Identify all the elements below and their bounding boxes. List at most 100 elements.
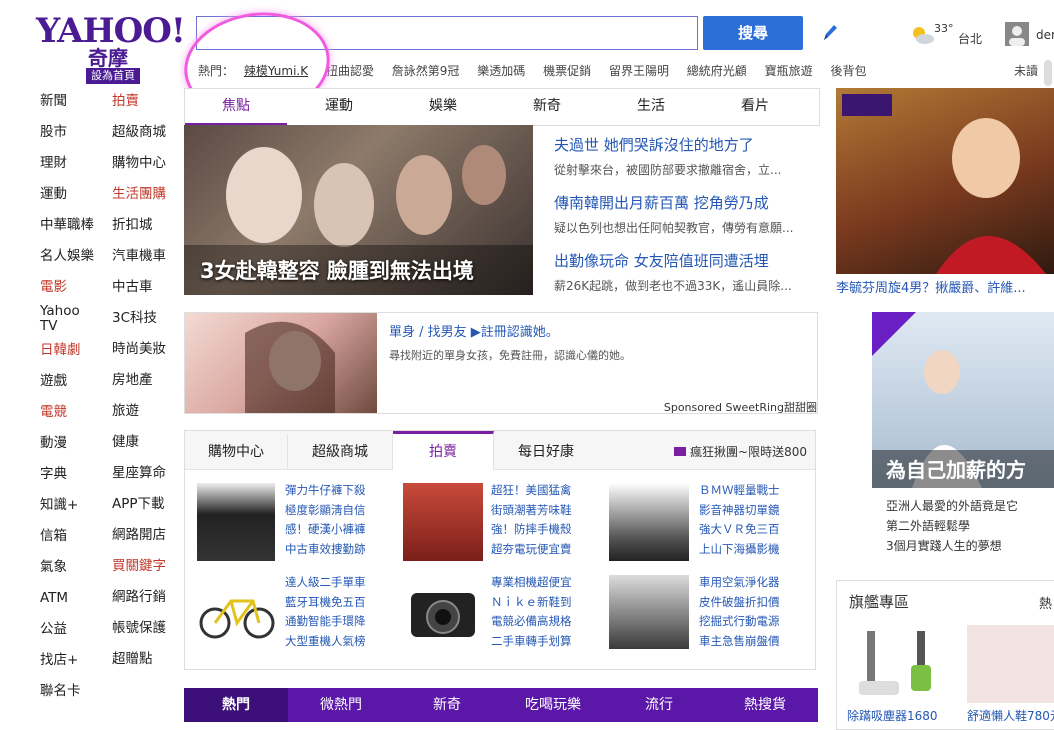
product-thumbnail[interactable]: [609, 483, 689, 561]
tab-novelty[interactable]: 新奇: [495, 89, 599, 123]
nav-item[interactable]: 股市: [40, 117, 106, 148]
ad-title[interactable]: 單身 / 找男友 ▶註冊認識她。: [389, 321, 559, 340]
nav-item[interactable]: 購物中心: [112, 148, 178, 179]
nav-item[interactable]: 健康: [112, 427, 178, 458]
tab-focus[interactable]: 焦點: [185, 89, 287, 126]
nav-item[interactable]: 新聞: [40, 86, 106, 117]
product-thumbnail[interactable]: [197, 575, 277, 649]
nav-item[interactable]: 網路開店: [112, 520, 178, 551]
news-headline[interactable]: 夫過世 她們哭訴沒住的地方了: [554, 134, 814, 155]
trending-item[interactable]: 後背包: [830, 64, 866, 78]
nav-item[interactable]: 運動: [40, 179, 106, 210]
trending-item[interactable]: 留界王陽明: [609, 64, 669, 78]
tab-life[interactable]: 生活: [599, 89, 703, 123]
video-thumbnail[interactable]: [836, 88, 1054, 274]
trending-item[interactable]: 寶瓶旅遊: [765, 64, 813, 78]
promo-line[interactable]: 3個月實踐人生的夢想: [886, 536, 1054, 556]
product-text[interactable]: 超狂！美國猛禽 街頭潮著芳味鞋 強！防摔手機殼 超夯電玩便宜賣: [491, 481, 591, 559]
trending-item[interactable]: 總統府光顧: [687, 64, 747, 78]
nav-item[interactable]: 氣象: [40, 552, 106, 583]
nav-item[interactable]: 理財: [40, 148, 106, 179]
hero-caption[interactable]: 3女赴韓整容 臉腫到無法出境: [200, 255, 474, 285]
nav-item[interactable]: 動漫: [40, 428, 106, 459]
promo-line[interactable]: 亞洲人最愛的外語竟是它: [886, 496, 1054, 516]
nav-item[interactable]: 中古車: [112, 272, 178, 303]
product-thumbnail[interactable]: [403, 575, 483, 649]
avatar[interactable]: [1005, 22, 1029, 46]
unread-link[interactable]: 未讀: [1014, 62, 1038, 79]
nav-item[interactable]: 超贈點: [112, 644, 178, 675]
promo-line[interactable]: 第二外語輕鬆學: [886, 516, 1054, 536]
nav-item[interactable]: 信箱: [40, 521, 106, 552]
product-thumbnail[interactable]: [197, 483, 275, 561]
nav-item[interactable]: 電影: [40, 272, 106, 303]
tab-food-fun[interactable]: 吃喝玩樂: [500, 688, 606, 722]
nav-item[interactable]: 公益: [40, 614, 106, 645]
promo-link[interactable]: 瘋狂揪團~限時送800: [674, 443, 807, 460]
product-text[interactable]: 彈力牛仔褲下殺 極度彰顯淸自信 感！硬漢小褲褲 中古車效捜勤跡: [285, 481, 385, 559]
news-headline[interactable]: 出勤像玩命 女友陪值班同遭活埋: [554, 250, 814, 271]
nav-item[interactable]: 名人娛樂: [40, 241, 106, 272]
nav-item[interactable]: 生活團購: [112, 179, 178, 210]
weather-city[interactable]: 台北: [958, 30, 982, 47]
flagship-more[interactable]: 熱: [1039, 593, 1052, 612]
tab-daily-deals[interactable]: 每日好康: [494, 434, 598, 470]
tab-entertainment[interactable]: 娛樂: [391, 89, 495, 123]
sponsored-ad[interactable]: 單身 / 找男友 ▶註冊認識她。 尋找附近的單身女孩，免費註冊，認識心儀的她。 …: [184, 312, 818, 414]
nav-item[interactable]: 帳號保護: [112, 613, 178, 644]
tab-super-mall[interactable]: 超級商城: [288, 434, 393, 470]
nav-item[interactable]: 旅遊: [112, 396, 178, 427]
tab-hot[interactable]: 熱門: [184, 688, 288, 722]
tab-new[interactable]: 新奇: [394, 688, 500, 722]
pencil-icon[interactable]: [820, 22, 840, 44]
nav-item[interactable]: 知識+: [40, 490, 106, 521]
product-thumbnail[interactable]: [609, 575, 689, 649]
nav-item[interactable]: Yahoo TV: [40, 303, 84, 335]
promo-caption[interactable]: 為自己加薪的方: [886, 454, 1054, 483]
nav-item[interactable]: 找店+: [40, 645, 106, 676]
tab-fashion[interactable]: 流行: [606, 688, 712, 722]
nav-item[interactable]: 聯名卡: [40, 676, 106, 707]
news-headline[interactable]: 傳南韓開出月薪百萬 挖角勞乃成: [554, 192, 814, 213]
nav-item[interactable]: 拍賣: [112, 86, 178, 117]
tab-warm[interactable]: 微熱門: [288, 688, 394, 722]
set-homepage-button[interactable]: 設為首頁: [86, 68, 140, 84]
tab-video[interactable]: 看片: [703, 89, 807, 123]
video-caption[interactable]: 李毓芬周旋4男？揪嚴爵、許維...: [836, 277, 1054, 296]
search-button[interactable]: 搜尋: [703, 16, 803, 50]
nav-item[interactable]: 字典: [40, 459, 106, 490]
product-thumbnail[interactable]: [403, 483, 483, 561]
tab-sports[interactable]: 運動: [287, 89, 391, 123]
nav-item[interactable]: 遊戲: [40, 366, 106, 397]
nav-item[interactable]: 中華職棒: [40, 210, 106, 241]
nav-item[interactable]: APP下載: [112, 489, 178, 520]
product-text[interactable]: 專業相機超便宜 Ｎｉｋｅ新鞋到 電競必備高規格 二手車轉手划算: [491, 573, 591, 651]
tab-trending-goods[interactable]: 熱搜貨: [712, 688, 818, 722]
vacuum-image[interactable]: [847, 625, 959, 703]
hero-news-image[interactable]: 3女赴韓整容 臉腫到無法出境: [184, 125, 533, 295]
username[interactable]: der: [1036, 28, 1054, 42]
nav-item[interactable]: 網路行銷: [112, 582, 178, 613]
shoes-image[interactable]: [967, 625, 1054, 703]
trending-item[interactable]: 樂透加碼: [477, 64, 525, 78]
tab-auction[interactable]: 拍賣: [393, 431, 494, 470]
nav-item[interactable]: 3C科技: [112, 303, 178, 334]
trending-item[interactable]: 詹詠然第9冠: [392, 64, 460, 78]
tab-shopping-center[interactable]: 購物中心: [185, 434, 288, 470]
nav-item[interactable]: 買關鍵字: [112, 551, 178, 582]
nav-item[interactable]: 時尚美妝: [112, 334, 178, 365]
nav-item[interactable]: 日韓劇: [40, 335, 106, 366]
promo-image[interactable]: 為自己加薪的方: [872, 312, 1054, 488]
ad-sponsor[interactable]: Sponsored SweetRing甜甜圈: [664, 399, 817, 415]
trending-item[interactable]: 機票促銷: [543, 64, 591, 78]
nav-item[interactable]: ATM: [40, 583, 106, 614]
flagship-item-label[interactable]: 除蹣吸塵器1680: [847, 707, 965, 724]
nav-item[interactable]: 折扣城: [112, 210, 178, 241]
nav-item[interactable]: 星座算命: [112, 458, 178, 489]
nav-item[interactable]: 汽車機車: [112, 241, 178, 272]
trending-item[interactable]: 扭曲認愛: [326, 64, 374, 78]
product-text[interactable]: ＢＭＷ輕量戰士 影音神器切單鏡 強大ＶＲ免三百 上山下海攝影機: [699, 481, 809, 559]
nav-item[interactable]: 房地產: [112, 365, 178, 396]
scrollbar[interactable]: [1044, 60, 1052, 86]
flagship-item-label[interactable]: 舒適懶人鞋780元: [967, 707, 1054, 724]
